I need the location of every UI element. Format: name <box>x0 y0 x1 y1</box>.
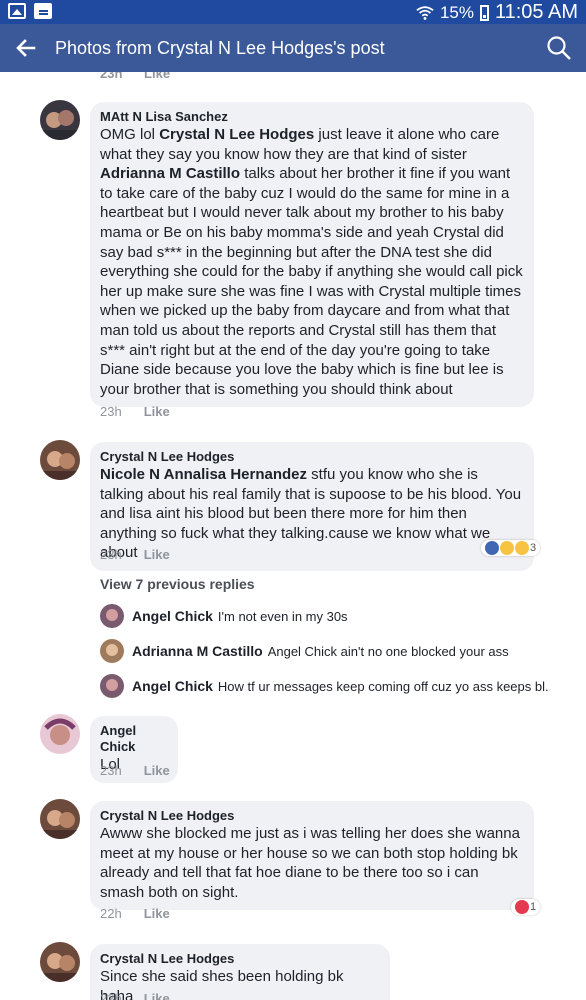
reactions-summary[interactable]: 3 <box>481 540 541 556</box>
comment-meta: 22h Like <box>100 906 170 921</box>
back-arrow-icon[interactable] <box>14 36 38 60</box>
reaction-count: 3 <box>530 542 537 554</box>
comment-time: 22h <box>100 991 122 1000</box>
view-previous-replies[interactable]: View 7 previous replies <box>100 576 255 592</box>
comment-bubble: Crystal N Lee Hodges Awww she blocked me… <box>90 801 534 911</box>
avatar[interactable] <box>100 674 124 698</box>
reply-text: How tf ur messages keep coming off cuz y… <box>217 678 550 694</box>
comments-feed[interactable]: 23h Like MAtt N Lisa Sanchez OMG lol Cry… <box>0 72 586 1000</box>
comment-meta: 23h Like <box>100 404 170 419</box>
reply-author[interactable]: Adrianna M Castillo <box>132 643 263 659</box>
comment-meta: 23h Like <box>100 763 170 778</box>
wifi-icon <box>416 5 434 20</box>
message-icon <box>34 3 52 19</box>
comment-author[interactable]: Crystal N Lee Hodges <box>100 951 380 967</box>
avatar[interactable] <box>100 639 124 663</box>
mention-link[interactable]: Crystal N Lee Hodges <box>159 126 314 143</box>
like-link[interactable]: Like <box>144 763 170 778</box>
comment-meta: 23h Like <box>100 547 170 562</box>
mention-link[interactable]: Nicole N Annalisa Hernandez <box>100 466 307 483</box>
avatar[interactable] <box>40 799 80 839</box>
search-icon[interactable] <box>546 35 572 61</box>
comment-meta: 22h Like <box>100 991 170 1000</box>
wow-icon <box>515 541 529 555</box>
reply-item[interactable]: Angel Chick I'm not even in my 30s <box>100 604 550 628</box>
comment-time: 23h <box>100 547 122 562</box>
partial-comment-meta: 23h Like <box>100 72 188 81</box>
comment-time: 22h <box>100 906 122 921</box>
comment-time: 23h <box>100 763 122 778</box>
comment-time: 23h <box>100 404 122 419</box>
avatar[interactable] <box>40 942 80 982</box>
app-bar: Photos from Crystal N Lee Hodges's post <box>0 24 586 72</box>
reply-text: I'm not even in my 30s <box>217 608 348 624</box>
avatar[interactable] <box>40 100 80 140</box>
reply-text: Angel Chick ain't no one blocked your as… <box>267 643 509 659</box>
like-link[interactable]: Like <box>144 906 170 921</box>
reply-author[interactable]: Angel Chick <box>132 608 213 624</box>
comment-author[interactable]: Angel Chick <box>100 723 168 755</box>
battery-icon <box>479 4 489 21</box>
avatar[interactable] <box>40 714 80 754</box>
avatar[interactable] <box>40 440 80 480</box>
reply-item[interactable]: Adrianna M Castillo Angel Chick ain't no… <box>100 639 550 663</box>
reaction-count: 1 <box>530 901 537 913</box>
comment-time: 23h <box>100 72 123 81</box>
reactions-summary[interactable]: 1 <box>511 899 541 915</box>
status-bar: 15% 11:05 AM <box>0 0 586 24</box>
comment-text: OMG lol Crystal N Lee Hodges just leave … <box>100 126 523 398</box>
battery-percent: 15% <box>439 2 474 22</box>
love-icon <box>515 900 529 914</box>
comment-author[interactable]: Crystal N Lee Hodges <box>100 808 524 824</box>
comment-author[interactable]: Crystal N Lee Hodges <box>100 449 524 465</box>
clock: 11:05 AM <box>494 1 578 23</box>
like-link[interactable]: Like <box>144 72 170 81</box>
image-icon <box>8 3 26 19</box>
comment-bubble: MAtt N Lisa Sanchez OMG lol Crystal N Le… <box>90 102 534 408</box>
like-link[interactable]: Like <box>144 547 170 562</box>
reply-item[interactable]: Angel Chick How tf ur messages keep comi… <box>100 674 550 698</box>
like-link[interactable]: Like <box>144 991 170 1000</box>
reply-author[interactable]: Angel Chick <box>132 678 213 694</box>
haha-icon <box>500 541 514 555</box>
like-link[interactable]: Like <box>144 404 170 419</box>
like-icon <box>485 541 499 555</box>
comment-text: Awww she blocked me just as i was tellin… <box>100 825 520 901</box>
comment-author[interactable]: MAtt N Lisa Sanchez <box>100 109 524 125</box>
avatar[interactable] <box>100 604 124 628</box>
mention-link[interactable]: Adrianna M Castillo <box>100 165 240 182</box>
page-title: Photos from Crystal N Lee Hodges's post <box>55 38 385 58</box>
